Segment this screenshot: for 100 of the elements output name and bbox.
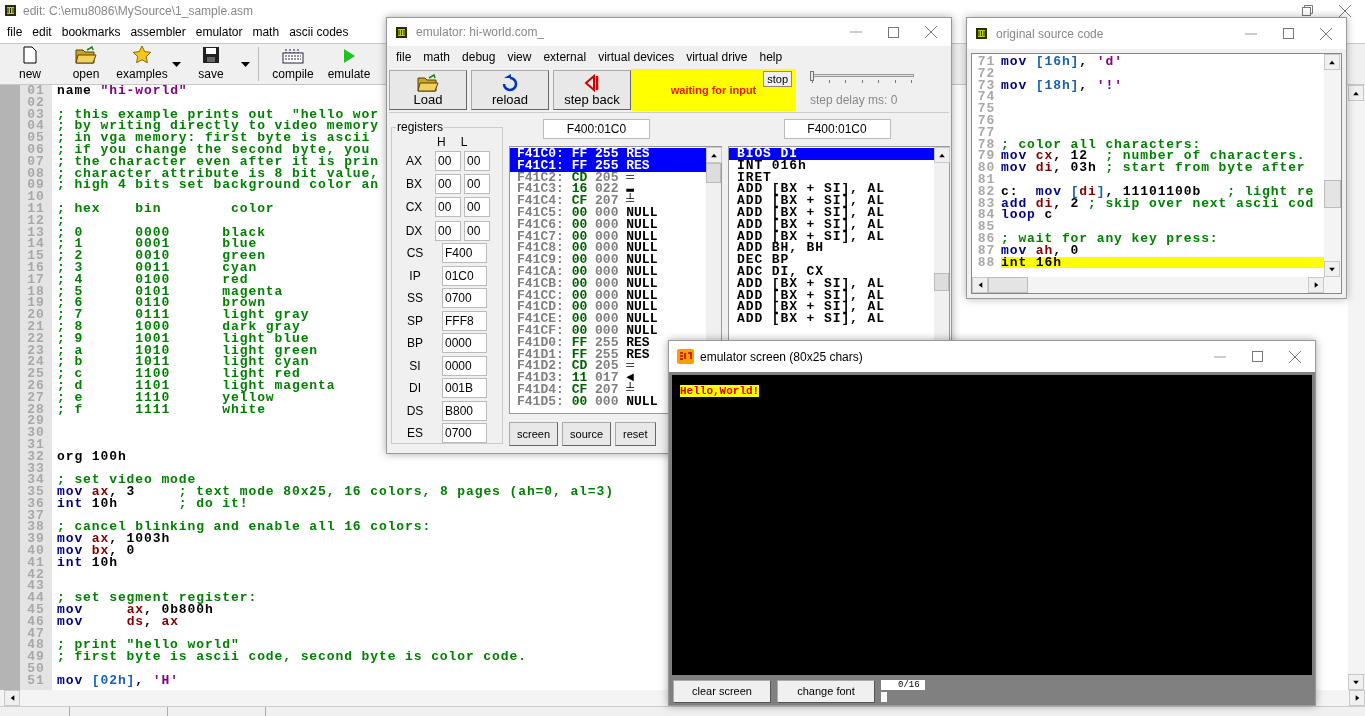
caret-icon[interactable] (241, 61, 250, 67)
register-field[interactable]: 001B (442, 378, 487, 399)
register-field[interactable]: 00 (464, 197, 490, 218)
toolbar-button[interactable]: Load (389, 70, 467, 110)
register-field[interactable]: F400 (442, 243, 487, 264)
menu-item[interactable]: bookmarks (56, 23, 126, 41)
memory-row[interactable]: F41CA: 00 000 NULL (510, 265, 658, 278)
step-delay-slider[interactable] (810, 71, 914, 83)
memory-row[interactable]: F41D5: 00 000 NULL (510, 395, 658, 408)
menu-item[interactable]: emulator (190, 23, 248, 41)
scroll-up-button[interactable] (934, 147, 950, 163)
scroll-right-button[interactable] (1308, 277, 1324, 293)
memory-row[interactable]: F41C2: CD 205 ═ (510, 171, 635, 184)
instruction-row[interactable]: ADD [BX + SI], AL (729, 301, 934, 314)
instruction-row[interactable]: ADC DI, CX (729, 265, 934, 278)
toolbar-button[interactable]: compile (265, 45, 321, 83)
instruction-row[interactable]: ADD [BX + SI], AL (729, 195, 934, 207)
memory-row[interactable]: F41C0: FF 255 RES (510, 148, 706, 160)
instruction-row[interactable]: ADD [BX + SI], AL (729, 313, 934, 325)
stop-button[interactable]: stop (763, 71, 792, 87)
instruction-row[interactable]: INT 016h (729, 159, 934, 172)
register-field[interactable]: 00 (435, 150, 461, 171)
memory-row[interactable]: F41CD: 00 000 NULL (510, 301, 658, 314)
memory-row[interactable]: F41C4: CF 207 ╧ (510, 195, 635, 207)
action-button[interactable]: source (562, 422, 612, 446)
action-button[interactable]: clear screen (673, 680, 771, 703)
menu-item[interactable]: help (753, 48, 789, 66)
menu-item[interactable]: math (417, 48, 457, 66)
memory-row[interactable]: F41CF: 00 000 NULL (510, 324, 658, 337)
action-button[interactable]: screen (509, 422, 559, 446)
close-button[interactable] (925, 26, 937, 38)
close-button[interactable] (1320, 27, 1332, 40)
memory-row[interactable]: F41D1: FF 255 RES (510, 348, 650, 361)
toolbar-button[interactable]: reload (471, 70, 549, 110)
instruction-row[interactable]: DEC BP (729, 254, 934, 266)
register-field[interactable]: 00 (435, 220, 461, 241)
instruction-row[interactable]: ADD [BX + SI], AL (729, 207, 934, 219)
menu-item[interactable]: view (501, 48, 538, 66)
register-field[interactable]: 00 (464, 150, 490, 171)
memory-row[interactable]: F41C9: 00 000 NULL (510, 254, 658, 266)
menu-item[interactable]: file (2, 23, 28, 41)
maximize-button[interactable] (1252, 351, 1263, 362)
menu-item[interactable]: debug (456, 48, 502, 66)
restore-button[interactable] (1302, 5, 1313, 16)
register-field[interactable]: 0000 (442, 333, 487, 354)
caret-icon[interactable] (172, 61, 181, 67)
memory-row[interactable]: F41CB: 00 000 NULL (510, 277, 658, 290)
instruction-row[interactable]: ADD [BX + SI], AL (729, 230, 934, 243)
memory-row[interactable]: F41C7: 00 000 NULL (510, 230, 658, 243)
menu-item[interactable]: edit (27, 23, 57, 41)
register-field[interactable]: 00 (435, 197, 461, 218)
memory-row[interactable]: F41C5: 00 000 NULL (510, 207, 658, 219)
action-button[interactable]: reset (615, 422, 656, 446)
scroll-left-button[interactable] (4, 690, 20, 706)
scroll-up-button[interactable] (1324, 54, 1340, 70)
register-field[interactable]: 00 (464, 220, 490, 241)
scroll-thumb[interactable] (1324, 180, 1341, 208)
menu-item[interactable]: external (537, 48, 593, 66)
instruction-row[interactable]: ADD [BX + SI], AL (729, 277, 934, 290)
scroll-thumb[interactable] (988, 277, 1028, 293)
instruction-row[interactable]: IRET (729, 171, 934, 184)
register-field[interactable]: B800 (442, 400, 487, 421)
memory-row[interactable]: F41C6: 00 000 NULL (510, 218, 658, 231)
address-field[interactable]: F400:01C0 (543, 119, 650, 139)
close-button[interactable] (1339, 4, 1351, 17)
scroll-up-button[interactable] (1348, 85, 1364, 101)
menu-item[interactable]: virtual devices (592, 48, 681, 66)
toolbar-button[interactable]: examples (114, 45, 183, 83)
maximize-button[interactable] (1283, 28, 1294, 39)
toolbar-button[interactable]: emulate (321, 45, 377, 83)
register-field[interactable]: 01C0 (442, 265, 487, 286)
instruction-row[interactable]: ADD [BX + SI], AL (729, 218, 934, 231)
menu-item[interactable]: math (247, 23, 285, 41)
register-field[interactable]: 00 (435, 173, 461, 194)
instruction-row[interactable]: ADD BH, BH (729, 242, 934, 255)
scroll-left-button[interactable] (972, 277, 988, 293)
register-field[interactable]: 0000 (442, 355, 487, 376)
instruction-row[interactable]: BIOS DI (729, 148, 934, 160)
register-field[interactable]: 0700 (442, 423, 487, 444)
memory-row[interactable]: F41D2: CD 205 ═ (510, 360, 635, 373)
address-field[interactable]: F400:01C0 (783, 119, 891, 139)
action-button[interactable]: change font (777, 680, 875, 703)
scroll-up-button[interactable] (706, 147, 722, 163)
instruction-row[interactable]: ADD [BX + SI], AL (729, 183, 934, 196)
register-field[interactable]: 0700 (442, 288, 487, 309)
slider-thumb[interactable] (810, 71, 814, 81)
toolbar-button[interactable]: open (58, 45, 114, 83)
scroll-thumb[interactable] (706, 163, 721, 183)
instruction-row[interactable]: ADD [BX + SI], AL (729, 289, 934, 302)
close-button[interactable] (1289, 350, 1301, 363)
memory-row[interactable]: F41C8: 00 000 NULL (510, 242, 658, 255)
maximize-button[interactable] (888, 26, 899, 38)
menu-item[interactable]: virtual drive (680, 48, 754, 66)
memory-row[interactable]: F41D0: FF 255 RES (510, 336, 650, 349)
register-field[interactable]: FFF8 (442, 310, 487, 331)
toolbar-button[interactable]: save (183, 45, 252, 83)
menu-item[interactable]: file (390, 48, 418, 66)
memory-row[interactable]: F41CE: 00 000 NULL (510, 313, 658, 325)
scroll-thumb[interactable] (934, 273, 949, 291)
toolbar-button[interactable]: new (2, 45, 58, 83)
